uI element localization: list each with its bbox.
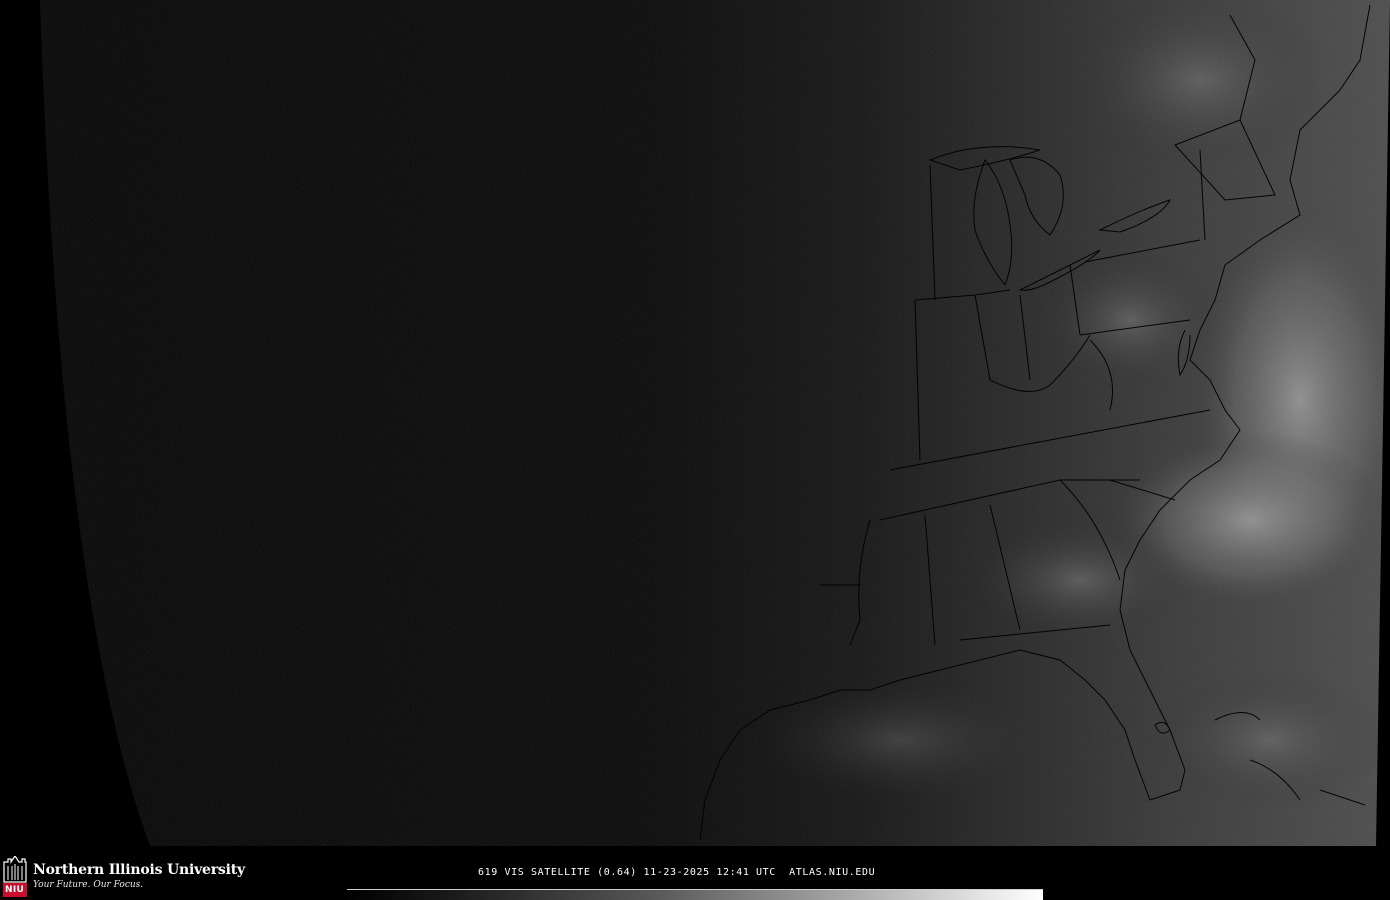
sensor-noise — [40, 0, 1390, 846]
university-name: Northern Illinois University — [33, 862, 245, 878]
university-tagline: Your Future. Our Focus. — [33, 880, 144, 890]
scan-area — [40, 0, 1390, 846]
university-logo[interactable]: NIU Northern Illinois University Your Fu… — [2, 856, 245, 898]
brightness-scale-bar — [347, 889, 1043, 900]
niu-seal-text: NIU — [5, 885, 25, 895]
satellite-viewer: NIU Northern Illinois University Your Fu… — [0, 0, 1390, 900]
satellite-map — [40, 0, 1390, 846]
product-caption: 619 VIS SATELLITE (0.64) 11-23-2025 12:4… — [478, 867, 876, 878]
